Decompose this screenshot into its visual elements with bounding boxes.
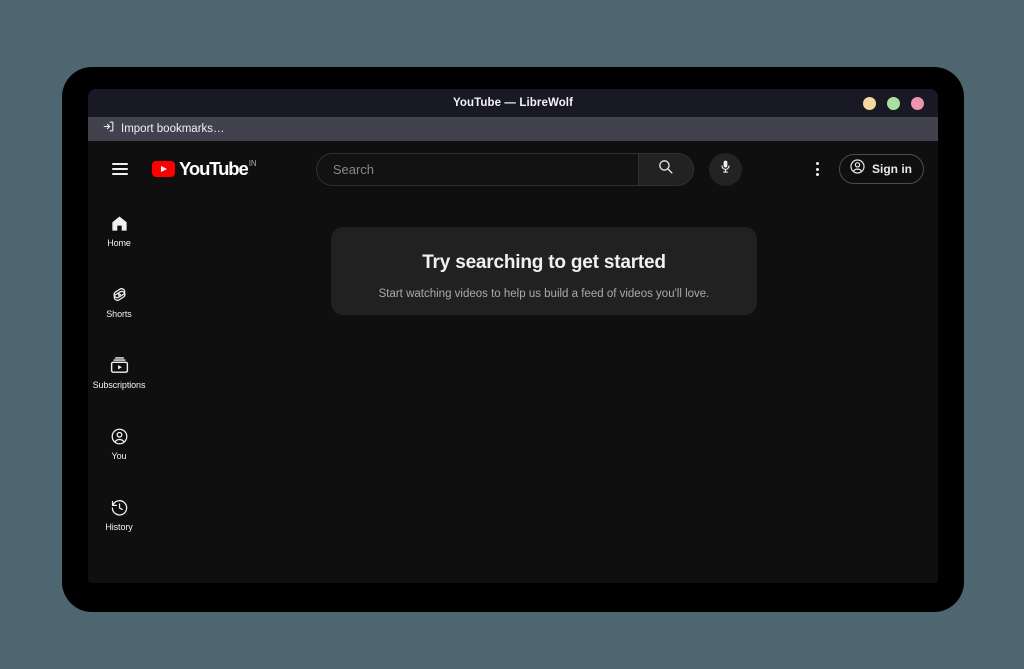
import-bookmarks-button[interactable]: Import bookmarks… (96, 118, 231, 140)
account-circle-icon (849, 158, 866, 180)
voice-search-button[interactable] (708, 152, 742, 186)
bookmarks-toolbar: Import bookmarks… (88, 117, 938, 141)
shorts-icon (110, 284, 129, 305)
sidebar-item-shorts[interactable]: Shorts (90, 272, 148, 330)
guide-menu-icon (112, 163, 128, 175)
maximize-button[interactable] (887, 96, 900, 110)
youtube-logo[interactable]: YouTube IN (152, 158, 257, 180)
search-submit-button[interactable] (637, 152, 694, 186)
sidebar-item-subscriptions[interactable]: Subscriptions (90, 343, 148, 401)
sidebar: Home Shorts Subscriptions You History (88, 197, 150, 583)
sidebar-item-label: Shorts (106, 308, 132, 319)
microphone-icon (718, 159, 733, 179)
youtube-page: YouTube IN Search Sign in Home Shorts Su… (88, 141, 938, 583)
search-icon (657, 158, 674, 180)
empty-feed-title: Try searching to get started (422, 252, 666, 273)
kebab-menu-icon (815, 162, 819, 165)
sign-in-label: Sign in (872, 162, 912, 176)
sign-in-button[interactable]: Sign in (839, 154, 924, 184)
search-input[interactable]: Search (315, 152, 638, 186)
sidebar-item-you[interactable]: You (90, 414, 148, 472)
import-bookmarks-label: Import bookmarks… (121, 123, 225, 135)
sidebar-item-label: Home (107, 238, 131, 248)
youtube-country-code: IN (248, 159, 257, 168)
window-controls (863, 89, 924, 117)
youtube-logo-text: YouTube (179, 158, 249, 179)
youtube-masthead: YouTube IN Search Sign in (88, 141, 938, 197)
search-combo: Search (315, 152, 694, 186)
window-titlebar: YouTube — LibreWolf (88, 89, 938, 117)
import-icon (102, 120, 115, 138)
subscriptions-icon (109, 355, 130, 376)
account-circle-icon (110, 426, 129, 447)
guide-menu-button[interactable] (102, 151, 138, 187)
masthead-right-controls: Sign in (801, 153, 924, 185)
history-icon (110, 497, 129, 518)
sidebar-item-label: You (111, 450, 127, 461)
sidebar-item-home[interactable]: Home (90, 201, 148, 259)
search-placeholder: Search (332, 161, 375, 177)
youtube-play-badge-icon (152, 161, 175, 177)
empty-feed-subtitle: Start watching videos to help us build a… (378, 288, 710, 300)
close-button[interactable] (911, 96, 924, 110)
minimize-button[interactable] (863, 96, 876, 110)
main-content: Try searching to get started Start watch… (150, 197, 938, 583)
browser-window: YouTube — LibreWolf Import bookmarks… Yo… (88, 89, 938, 583)
kebab-menu-button[interactable] (801, 153, 833, 185)
search-zone: Search (257, 152, 801, 186)
empty-feed-card: Try searching to get started Start watch… (331, 227, 757, 315)
sidebar-item-label: History (105, 521, 133, 532)
sidebar-item-label: Subscriptions (92, 379, 146, 390)
window-title: YouTube — LibreWolf (452, 97, 574, 109)
youtube-body: Home Shorts Subscriptions You History Tr… (88, 197, 938, 583)
home-icon (110, 213, 129, 234)
sidebar-item-history[interactable]: History (90, 485, 148, 543)
